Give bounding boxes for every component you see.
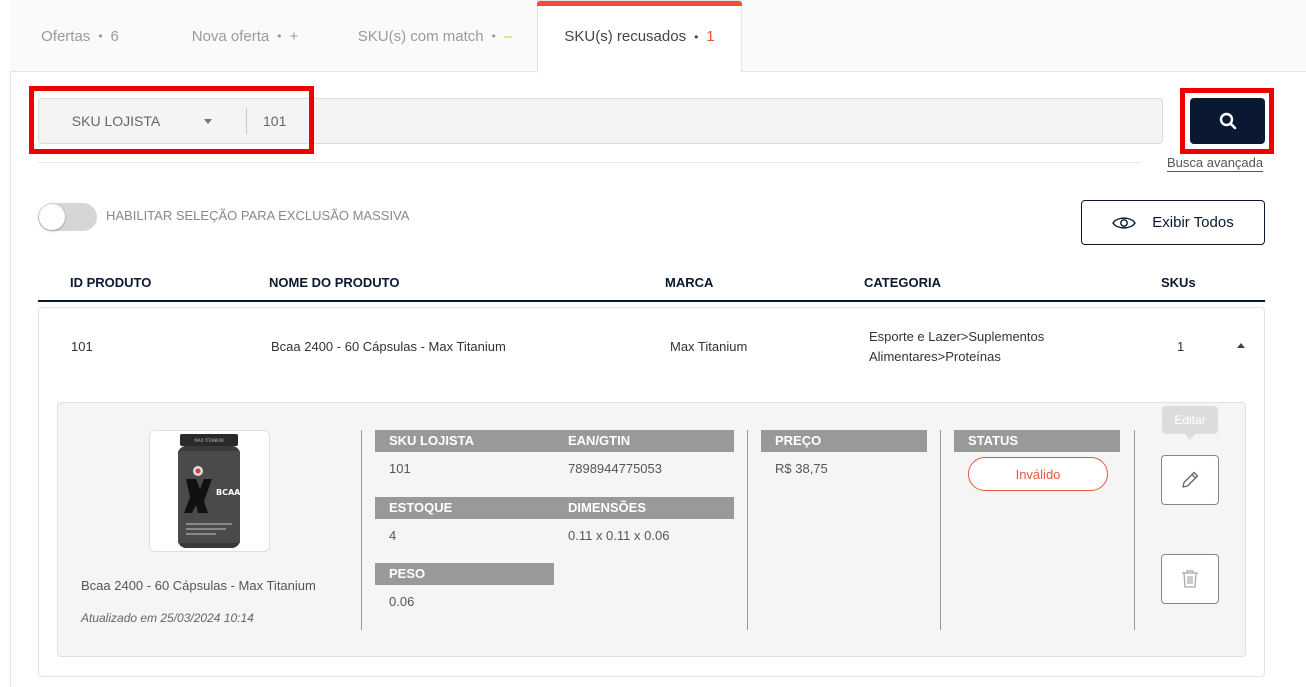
- tab-dot: •: [277, 29, 282, 43]
- tab-count: –: [503, 27, 513, 45]
- tab-label: Nova oferta: [191, 27, 270, 45]
- label-peso: PESO: [375, 563, 554, 585]
- tab-dot: •: [98, 29, 103, 43]
- detail-updated-at: Atualizado em 25/03/2024 10:14: [81, 611, 254, 625]
- tab-count: 1: [706, 28, 715, 45]
- header-id-produto: ID PRODUTO: [70, 275, 152, 290]
- highlight-box-search-button: [1180, 88, 1274, 154]
- tab-count: +: [289, 27, 299, 45]
- bulk-delete-toggle-label: HABILITAR SELEÇÃO PARA EXCLUSÃO MASSIVA: [106, 208, 410, 223]
- value-preco: R$ 38,75: [775, 461, 828, 476]
- eye-icon: [1112, 216, 1137, 229]
- show-all-label: Exibir Todos: [1152, 214, 1234, 231]
- label-status: STATUS: [954, 430, 1120, 452]
- tab-nova-oferta[interactable]: Nova oferta • +: [160, 0, 330, 72]
- product-image: MAX TITANIUM BCAA 2400: [149, 430, 270, 552]
- divider: [361, 430, 362, 630]
- image-label-text: BCAA 2400: [216, 488, 266, 497]
- tab-label: SKU(s) com match: [357, 27, 484, 45]
- edit-button[interactable]: [1161, 455, 1219, 505]
- divider: [38, 162, 1140, 163]
- row-skus: 1: [1177, 339, 1185, 354]
- label-estoque: ESTOQUE: [375, 497, 555, 519]
- image-brand-text: MAX TITANIUM: [194, 438, 224, 443]
- tab-panel: SKU LOJISTA 101 Busca avançada HABILITAR…: [10, 72, 1306, 687]
- tab-dot: •: [694, 29, 699, 44]
- row-category-line2: Alimentares>Proteínas: [869, 349, 1001, 364]
- bulk-delete-toggle[interactable]: [38, 203, 97, 231]
- value-dimensoes: 0.11 x 0.11 x 0.06: [568, 528, 670, 543]
- tab-ofertas[interactable]: Ofertas • 6: [10, 0, 150, 72]
- trash-icon: [1182, 570, 1198, 588]
- tab-label: Ofertas: [41, 27, 91, 45]
- edit-tooltip: Editar: [1162, 406, 1218, 440]
- header-marca: MARCA: [665, 275, 714, 290]
- tab-dot: •: [491, 29, 496, 43]
- row-id: 101: [71, 339, 93, 354]
- row-brand: Max Titanium: [670, 339, 748, 354]
- caret-up-icon[interactable]: [1237, 343, 1245, 348]
- status-badge: Inválido: [968, 457, 1108, 491]
- divider: [1134, 430, 1135, 630]
- row-category-line1: Esporte e Lazer>Suplementos: [869, 329, 1045, 344]
- tab-count: 6: [110, 27, 119, 45]
- label-dimensoes: DIMENSÕES: [554, 497, 734, 519]
- highlight-box-search-field: [29, 86, 314, 154]
- divider: [940, 430, 941, 630]
- tab-sku-recusados[interactable]: SKU(s) recusados • 1: [537, 0, 742, 73]
- delete-button[interactable]: [1161, 554, 1219, 604]
- toggle-knob: [39, 204, 65, 230]
- header-underline: [38, 300, 1265, 302]
- divider: [747, 430, 748, 630]
- row-name: Bcaa 2400 - 60 Cápsulas - Max Titanium: [271, 339, 506, 354]
- label-sku-lojista: SKU LOJISTA: [375, 430, 555, 452]
- header-nome-produto: NOME DO PRODUTO: [269, 275, 400, 290]
- pencil-icon: [1182, 471, 1199, 488]
- header-categoria: CATEGORIA: [864, 275, 942, 290]
- header-skus: SKUs: [1161, 275, 1196, 290]
- label-ean: EAN/GTIN: [554, 430, 734, 452]
- label-preco: PREÇO: [761, 430, 927, 452]
- detail-product-name: Bcaa 2400 - 60 Cápsulas - Max Titanium: [81, 578, 316, 593]
- value-peso: 0.06: [389, 594, 415, 609]
- value-estoque: 4: [389, 528, 397, 543]
- show-all-button[interactable]: Exibir Todos: [1081, 200, 1265, 245]
- advanced-search-link[interactable]: Busca avançada: [1167, 155, 1264, 172]
- tab-bar: Ofertas • 6 Nova oferta • + SKU(s) com m…: [10, 0, 1306, 73]
- tab-sku-com-match[interactable]: SKU(s) com match • –: [330, 0, 540, 72]
- value-ean: 7898944775053: [568, 461, 662, 476]
- tab-label: SKU(s) recusados: [564, 28, 687, 45]
- value-sku-lojista: 101: [389, 461, 411, 476]
